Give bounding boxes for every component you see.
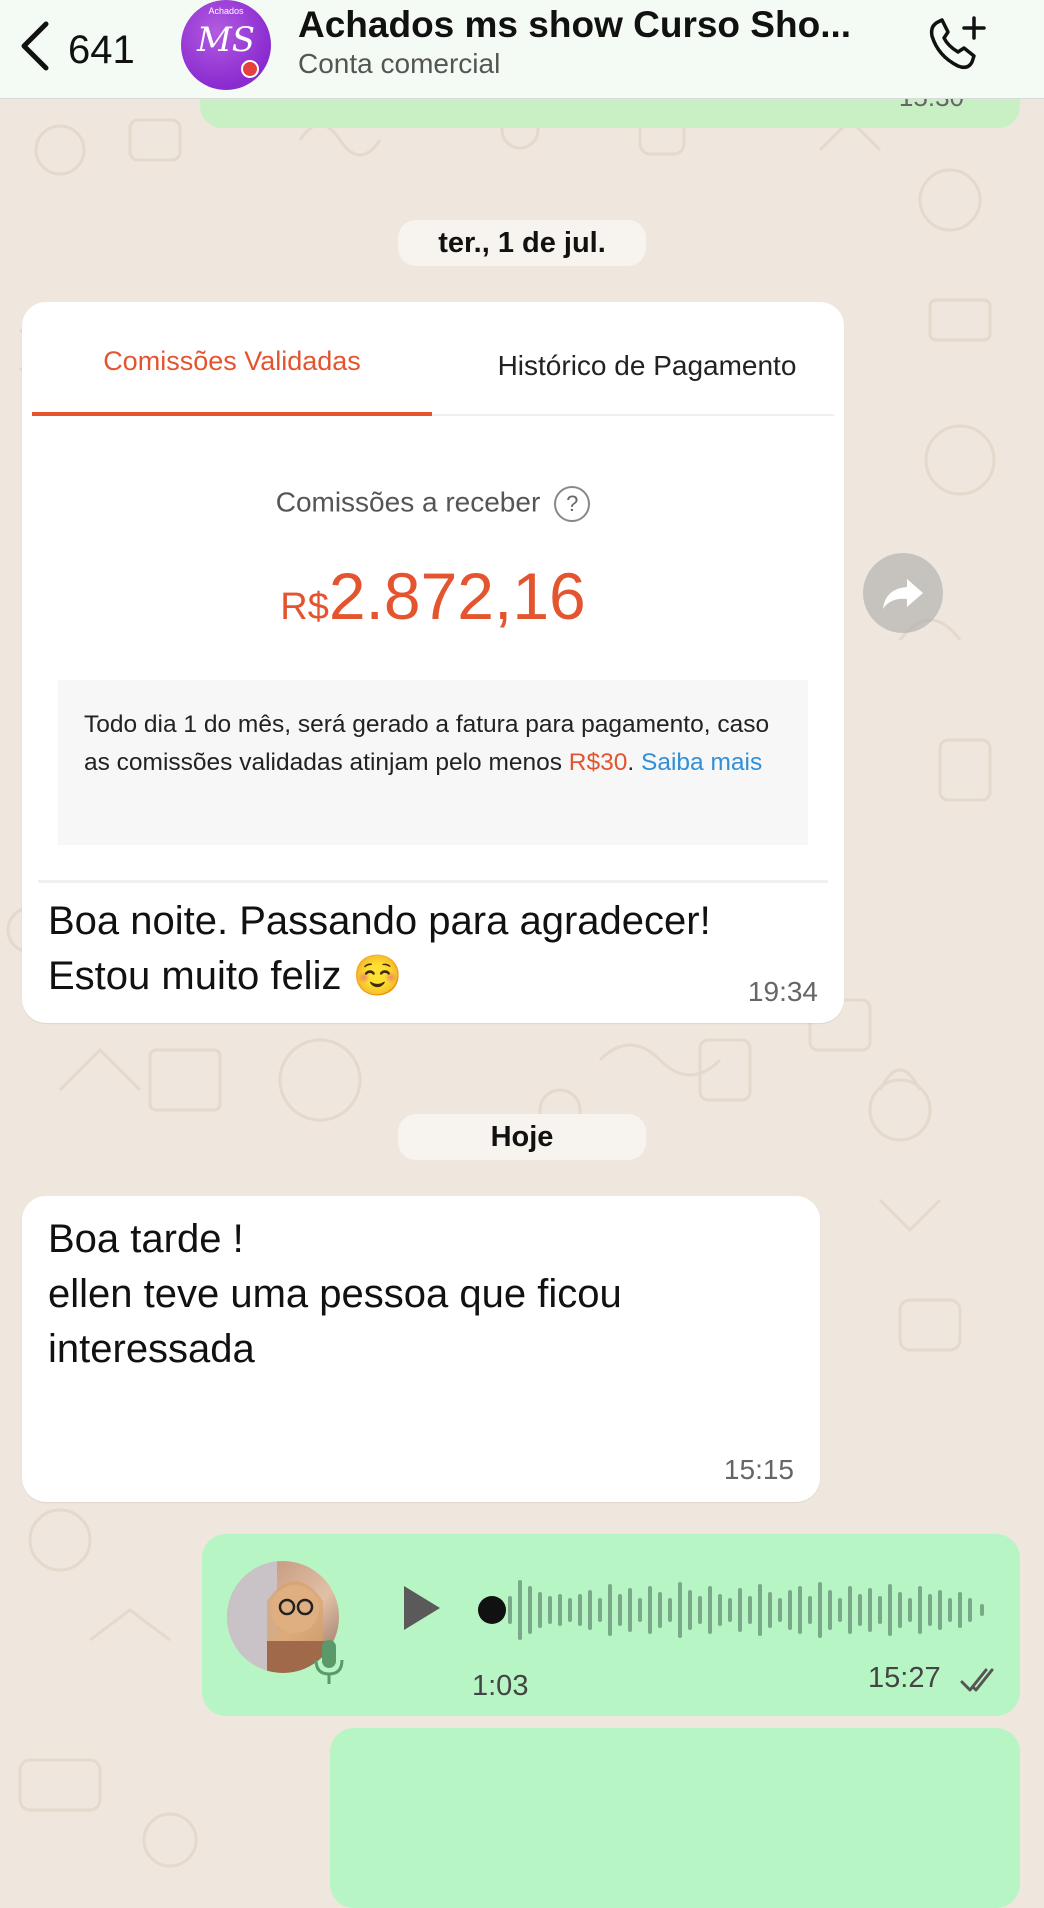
chevron-left-icon xyxy=(21,21,49,71)
audio-waveform[interactable] xyxy=(476,1570,996,1650)
commission-amount: R$2.872,16 xyxy=(22,558,844,634)
outgoing-message-partial[interactable] xyxy=(330,1728,1020,1908)
outgoing-audio-message[interactable]: 1:03 15:27 xyxy=(202,1534,1020,1716)
help-icon: ? xyxy=(554,486,591,522)
card-divider xyxy=(38,880,828,883)
tab-comissoes-validadas: Comissões Validadas xyxy=(103,346,361,376)
commission-label-row: Comissões a receber? xyxy=(22,486,844,522)
chat-subtitle: Conta comercial xyxy=(298,48,501,79)
contact-avatar[interactable]: Achados MS xyxy=(181,0,271,90)
play-button[interactable] xyxy=(398,1580,446,1636)
incoming-message[interactable]: Boa tarde ! ellen teve uma pessoa que fi… xyxy=(22,1196,820,1502)
message-time: 19:34 xyxy=(747,976,818,1007)
info-threshold: R$30 xyxy=(568,749,628,776)
avatar-badge xyxy=(241,60,259,78)
message-text: Boa tarde ! ellen teve uma pessoa que fi… xyxy=(48,1212,622,1377)
read-receipt-icon xyxy=(960,1668,994,1692)
incoming-message-card[interactable]: Comissões Validadas Histórico de Pagamen… xyxy=(22,302,844,1023)
avatar-small-text: Achados xyxy=(208,6,244,16)
message-line: interessada xyxy=(48,1327,255,1371)
back-button[interactable]: 641 xyxy=(10,14,150,78)
forward-icon xyxy=(883,579,923,609)
chat-title[interactable]: Achados ms show Curso Sho... xyxy=(298,4,898,46)
active-tab-indicator xyxy=(32,412,432,416)
forward-button[interactable] xyxy=(863,553,943,633)
avatar-logo-text: MS xyxy=(196,20,256,60)
message-line: Estou muito feliz ☺️ xyxy=(48,954,403,998)
phone-plus-icon xyxy=(929,16,986,70)
currency-symbol: R$ xyxy=(280,586,329,628)
tab-historico-pagamento: Histórico de Pagamento xyxy=(497,350,797,381)
message-text: Boa noite. Passando para agradecer! Esto… xyxy=(48,894,711,1004)
chat-header: 641 Achados MS Achados ms show Curso Sho… xyxy=(0,0,1044,99)
message-line: Boa noite. Passando para agradecer! xyxy=(48,899,711,943)
message-line: ellen teve uma pessoa que ficou xyxy=(48,1272,622,1316)
amount-value: 2.872,16 xyxy=(328,559,586,633)
message-time: 15:15 xyxy=(723,1454,794,1485)
commission-tabs: Comissões Validadas Histórico de Pagamen… xyxy=(32,302,834,416)
message-line: Boa tarde ! xyxy=(48,1217,244,1261)
audio-duration: 1:03 xyxy=(472,1670,529,1702)
message-time: 15:27 xyxy=(868,1662,941,1694)
commission-label: Comissões a receber xyxy=(275,486,541,518)
saiba-mais-link: Saiba mais xyxy=(641,749,763,776)
add-call-button[interactable] xyxy=(924,12,994,76)
info-text: Todo dia 1 do mês, será gerado a fatura … xyxy=(84,706,788,782)
unread-count: 641 xyxy=(68,28,135,72)
microphone-icon xyxy=(314,1640,344,1684)
info-dot: . xyxy=(627,749,641,776)
date-separator: ter., 1 de jul. xyxy=(398,220,646,266)
date-separator-today: Hoje xyxy=(398,1114,646,1160)
info-box: Todo dia 1 do mês, será gerado a fatura … xyxy=(58,680,808,845)
